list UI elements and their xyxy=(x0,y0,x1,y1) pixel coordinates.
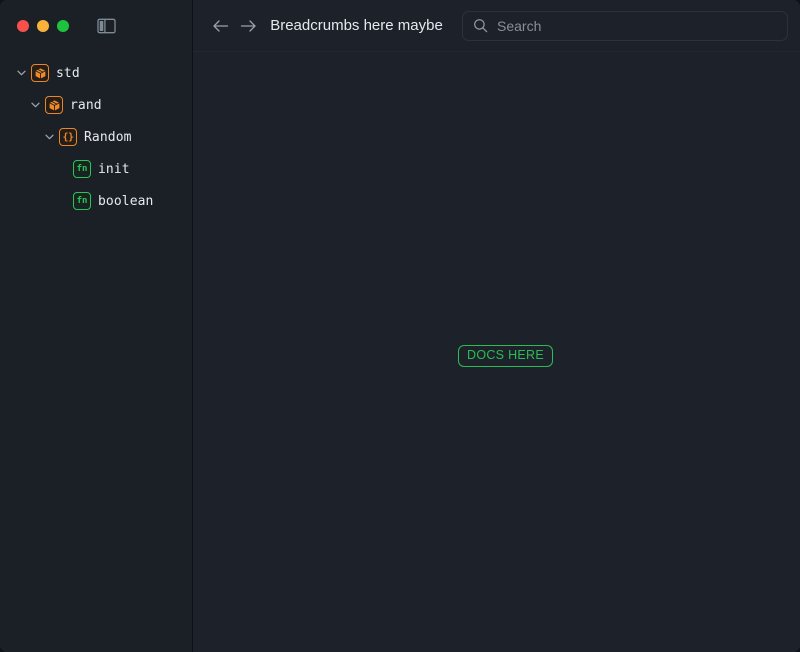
tree-item-boolean[interactable]: fn boolean xyxy=(0,185,192,217)
tree-item-label: rand xyxy=(70,97,102,113)
sidebar: std rand{} Random fn init fn boolean xyxy=(0,0,193,652)
app-window: std rand{} Random fn init fn boolean Breadcrum… xyxy=(0,0,800,652)
search-input[interactable] xyxy=(497,17,777,34)
function-icon: fn xyxy=(73,192,91,210)
arrow-right-icon[interactable] xyxy=(235,13,261,39)
close-button[interactable] xyxy=(17,20,29,32)
traffic-light-group xyxy=(17,20,69,32)
chevron-down-icon[interactable] xyxy=(14,66,28,80)
chevron-down-icon[interactable] xyxy=(28,98,42,112)
package-icon xyxy=(31,64,49,82)
file-tree: std rand{} Random fn init fn boolean xyxy=(0,52,192,217)
arrow-left-icon[interactable] xyxy=(207,13,233,39)
tree-item-init[interactable]: fn init xyxy=(0,153,192,185)
sidebar-toggle-icon[interactable] xyxy=(97,18,116,34)
window-titlebar xyxy=(0,0,192,52)
chevron-down-icon[interactable] xyxy=(42,130,56,144)
breadcrumb: Breadcrumbs here maybe xyxy=(270,17,443,34)
tree-item-random[interactable]: {} Random xyxy=(0,121,192,153)
search-box[interactable] xyxy=(462,10,788,41)
tree-item-label: init xyxy=(98,161,130,177)
braces-icon: {} xyxy=(59,128,77,146)
package-icon xyxy=(45,96,63,114)
tree-item-label: std xyxy=(56,65,80,81)
tree-item-std[interactable]: std xyxy=(0,57,192,89)
tree-item-label: boolean xyxy=(98,193,154,209)
tree-item-rand[interactable]: rand xyxy=(0,89,192,121)
toolbar: Breadcrumbs here maybe xyxy=(193,0,800,52)
content-area: DOCS HERE xyxy=(193,52,800,652)
main-panel: Breadcrumbs here maybe DOCS HERE xyxy=(193,0,800,652)
zoom-button[interactable] xyxy=(57,20,69,32)
minimize-button[interactable] xyxy=(37,20,49,32)
tree-item-label: Random xyxy=(84,129,132,145)
docs-placeholder-badge[interactable]: DOCS HERE xyxy=(458,345,554,367)
search-icon xyxy=(473,18,489,33)
function-icon: fn xyxy=(73,160,91,178)
